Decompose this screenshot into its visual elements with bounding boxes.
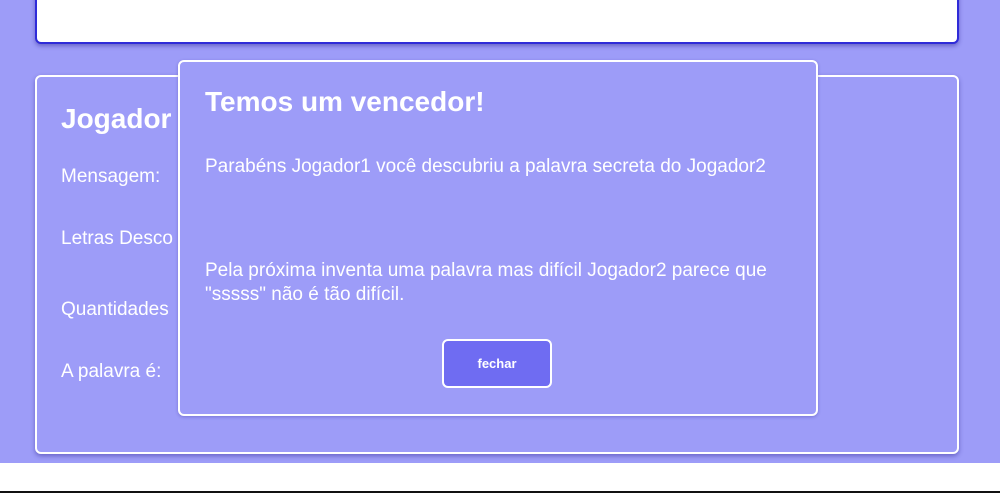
dialog-message: Parabéns Jogador1 você descubriu a palav… <box>205 156 766 177</box>
quantities-label: Quantidades <box>61 299 169 320</box>
dialog-title: Temos um vencedor! <box>205 86 485 117</box>
winner-dialog: Temos um vencedor! Parabéns Jogador1 voc… <box>178 60 818 416</box>
dialog-hint: Pela próxima inventa uma palavra mas dif… <box>205 260 767 305</box>
message-label: Mensagem: <box>61 166 161 187</box>
close-button[interactable]: fechar <box>442 339 552 388</box>
player-title: Jogador <box>61 103 172 134</box>
top-card <box>35 0 959 44</box>
word-label: A palavra é: <box>61 361 162 382</box>
discovered-letters-label: Letras Desco <box>61 228 173 249</box>
bottom-strip <box>0 463 1000 493</box>
